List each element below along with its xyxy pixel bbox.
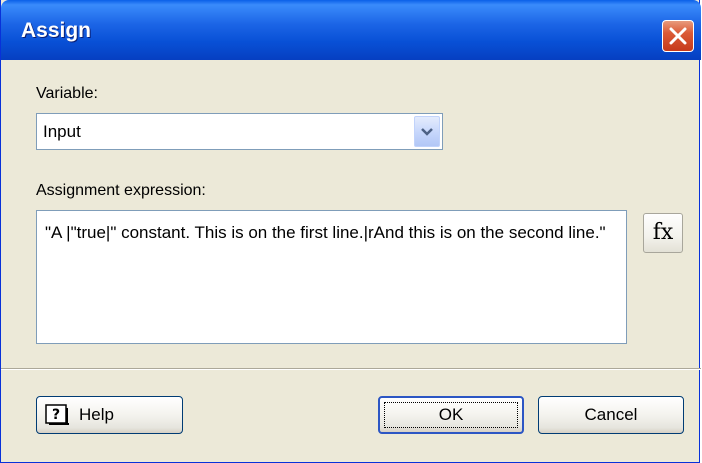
function-icon: fx: [652, 220, 674, 245]
help-button[interactable]: ? Help: [36, 396, 183, 434]
title-bar[interactable]: Assign: [1, 0, 701, 60]
expression-label: Assignment expression:: [36, 182, 206, 199]
cancel-button[interactable]: Cancel: [538, 396, 684, 434]
window-title: Assign: [21, 19, 92, 42]
cancel-button-label: Cancel: [584, 405, 638, 424]
assign-dialog: Assign Variable: Input Assignment expres…: [0, 0, 701, 463]
variable-selected-value: Input: [43, 122, 81, 141]
variable-label: Variable:: [36, 85, 98, 102]
close-button[interactable]: [662, 20, 694, 52]
variable-dropdown-button[interactable]: [414, 116, 440, 147]
variable-select[interactable]: Input: [36, 113, 443, 150]
close-icon: [669, 27, 687, 45]
function-button[interactable]: fx: [643, 213, 683, 253]
ok-button[interactable]: OK: [378, 396, 524, 434]
help-button-label: Help: [79, 405, 114, 424]
help-icon: ?: [45, 404, 69, 425]
focus-rectangle: [384, 402, 518, 428]
svg-text:?: ?: [52, 407, 60, 423]
chevron-down-icon: [421, 128, 433, 136]
expression-textarea[interactable]: "A |"true|" constant. This is on the fir…: [36, 210, 627, 344]
button-separator: [1, 368, 701, 370]
